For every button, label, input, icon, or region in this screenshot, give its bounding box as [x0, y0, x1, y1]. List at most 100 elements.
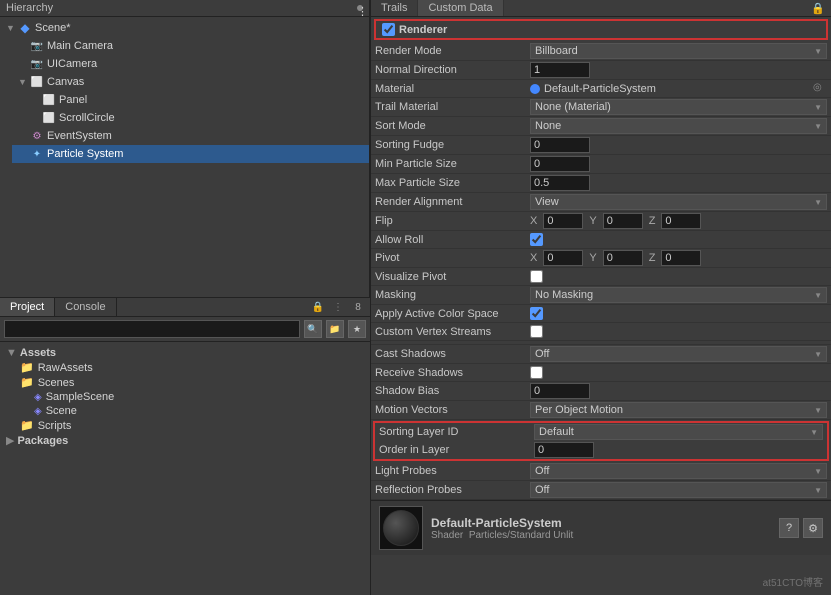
- renderer-row[interactable]: Renderer: [374, 19, 828, 40]
- inspector-lock-icon[interactable]: 🔒: [811, 2, 831, 15]
- hierarchy-title: Hierarchy: [6, 2, 53, 14]
- light-probes-arrow: ▼: [814, 467, 822, 476]
- motion-vectors-row: Motion Vectors Per Object Motion ▼: [371, 401, 831, 420]
- folder-icon[interactable]: 📁: [326, 320, 344, 338]
- visualize-pivot-checkbox[interactable]: [530, 270, 543, 283]
- render-alignment-label: Render Alignment: [375, 196, 530, 208]
- motion-vectors-arrow: ▼: [814, 406, 822, 415]
- pivot-x-input[interactable]: [543, 250, 583, 266]
- sort-mode-dropdown[interactable]: None ▼: [530, 118, 827, 134]
- assets-label: Assets: [20, 347, 56, 359]
- rawassets-folder[interactable]: 📁 RawAssets: [6, 360, 364, 375]
- pivot-y-input[interactable]: [603, 250, 643, 266]
- cast-shadows-arrow: ▼: [814, 350, 822, 359]
- reflection-probes-label: Reflection Probes: [375, 484, 530, 496]
- particle-label: Particle System: [47, 148, 123, 160]
- renderer-checkbox[interactable]: [382, 23, 395, 36]
- flip-z-input[interactable]: [661, 213, 701, 229]
- flip-y-input[interactable]: [603, 213, 643, 229]
- max-particle-size-input[interactable]: [530, 175, 590, 191]
- lock-icon[interactable]: 🔒: [310, 299, 326, 315]
- apply-active-color-space-checkbox[interactable]: [530, 307, 543, 320]
- material-target-icon[interactable]: ◎: [813, 82, 827, 96]
- tab-console[interactable]: Console: [55, 298, 116, 316]
- material-help-button[interactable]: ?: [779, 518, 799, 538]
- sorting-fudge-input[interactable]: [530, 137, 590, 153]
- sorting-layer-id-label: Sorting Layer ID: [379, 426, 534, 438]
- sorting-layer-id-dropdown[interactable]: Default ▼: [534, 424, 823, 440]
- sorting-layer-id-value: Default: [539, 426, 574, 438]
- scripts-label: Scripts: [38, 420, 72, 432]
- tab-custom-data[interactable]: Custom Data: [418, 0, 503, 16]
- packages-root[interactable]: ▶ Packages: [6, 433, 364, 448]
- render-alignment-dropdown[interactable]: View ▼: [530, 194, 827, 210]
- receive-shadows-label: Receive Shadows: [375, 367, 530, 379]
- tab-project[interactable]: Project: [0, 298, 55, 316]
- motion-vectors-dropdown[interactable]: Per Object Motion ▼: [530, 402, 827, 418]
- receive-shadows-row: Receive Shadows: [371, 364, 831, 382]
- render-mode-dropdown[interactable]: Billboard ▼: [530, 43, 827, 59]
- project-search-input[interactable]: [4, 320, 300, 338]
- receive-shadows-checkbox[interactable]: [530, 366, 543, 379]
- sort-mode-row: Sort Mode None ▼: [371, 117, 831, 136]
- custom-vertex-streams-checkbox[interactable]: [530, 325, 543, 338]
- light-probes-dropdown[interactable]: Off ▼: [530, 463, 827, 479]
- packages-label: Packages: [17, 435, 68, 447]
- masking-value: No Masking: [535, 289, 593, 301]
- samplescene-item[interactable]: ◈ SampleScene: [6, 390, 364, 404]
- hierarchy-item-particle-system[interactable]: ✦ Particle System: [12, 145, 369, 163]
- search-icon[interactable]: 🔍: [304, 320, 322, 338]
- shadow-bias-input[interactable]: [530, 383, 590, 399]
- material-shader-label: Shader Particles/Standard Unlit: [431, 530, 771, 541]
- flip-row: Flip X Y Z: [371, 212, 831, 231]
- visualize-pivot-label: Visualize Pivot: [375, 271, 530, 283]
- tab-trails[interactable]: Trails: [371, 0, 418, 16]
- scene-item[interactable]: ◈ Scene: [6, 404, 364, 418]
- scene-icon: ◆: [18, 21, 32, 35]
- hierarchy-scene-root[interactable]: ▼ ◆ Scene*: [0, 19, 369, 37]
- panel-label: Panel: [59, 94, 87, 106]
- scenes-folder-icon: 📁: [20, 376, 34, 389]
- hierarchy-item-uicamera[interactable]: 📷 UICamera: [12, 55, 369, 73]
- pivot-z-input[interactable]: [661, 250, 701, 266]
- min-particle-size-input[interactable]: [530, 156, 590, 172]
- packages-arrow: ▶: [6, 434, 14, 447]
- shadow-bias-row: Shadow Bias: [371, 382, 831, 401]
- project-tabs-bar: Project Console 🔒 ⋮ 8: [0, 298, 370, 317]
- max-particle-size-label: Max Particle Size: [375, 177, 530, 189]
- panel-icon: ⬜: [42, 93, 56, 107]
- reflection-probes-dropdown[interactable]: Off ▼: [530, 482, 827, 498]
- trail-material-dropdown[interactable]: None (Material) ▼: [530, 99, 827, 115]
- hierarchy-menu-icon[interactable]: ⋮: [357, 5, 363, 11]
- assets-root[interactable]: ▼ Assets: [6, 346, 364, 360]
- hierarchy-item-canvas[interactable]: ▼ ⬜ Canvas: [12, 73, 369, 91]
- pivot-xyz: X Y Z: [530, 250, 827, 266]
- hierarchy-content: ▼ ◆ Scene* 📷 Main Camera 📷 UICamera: [0, 17, 369, 165]
- normal-direction-input[interactable]: [530, 62, 590, 78]
- more-options-icon[interactable]: ⋮: [330, 299, 346, 315]
- hierarchy-item-scrollcircle[interactable]: ⬜ ScrollCircle: [24, 109, 369, 127]
- material-settings-button[interactable]: ⚙: [803, 518, 823, 538]
- sorting-layer-id-row: Sorting Layer ID Default ▼: [375, 423, 827, 441]
- render-alignment-row: Render Alignment View ▼: [371, 193, 831, 212]
- scenes-folder[interactable]: 📁 Scenes: [6, 375, 364, 390]
- apply-active-color-space-row: Apply Active Color Space: [371, 305, 831, 323]
- cast-shadows-dropdown[interactable]: Off ▼: [530, 346, 827, 362]
- material-preview: [379, 506, 423, 550]
- filter-icon[interactable]: ★: [348, 320, 366, 338]
- scripts-folder[interactable]: 📁 Scripts: [6, 418, 364, 433]
- order-in-layer-input[interactable]: [534, 442, 594, 458]
- masking-dropdown[interactable]: No Masking ▼: [530, 287, 827, 303]
- material-row: Material Default-ParticleSystem ◎: [371, 80, 831, 98]
- inspector-panel: Trails Custom Data 🔒 Renderer Render Mod…: [370, 0, 831, 595]
- flip-x-input[interactable]: [543, 213, 583, 229]
- hierarchy-item-eventsystem[interactable]: ⚙ EventSystem: [12, 127, 369, 145]
- trail-material-arrow: ▼: [814, 103, 822, 112]
- project-content: ▼ Assets 📁 RawAssets 📁 Scenes ◈ SampleSc…: [0, 342, 370, 595]
- material-sphere: [383, 510, 419, 546]
- allow-roll-checkbox[interactable]: [530, 233, 543, 246]
- hierarchy-item-panel[interactable]: ⬜ Panel: [24, 91, 369, 109]
- hierarchy-item-main-camera[interactable]: 📷 Main Camera: [12, 37, 369, 55]
- light-probes-value: Off: [535, 465, 549, 477]
- trail-material-row: Trail Material None (Material) ▼: [371, 98, 831, 117]
